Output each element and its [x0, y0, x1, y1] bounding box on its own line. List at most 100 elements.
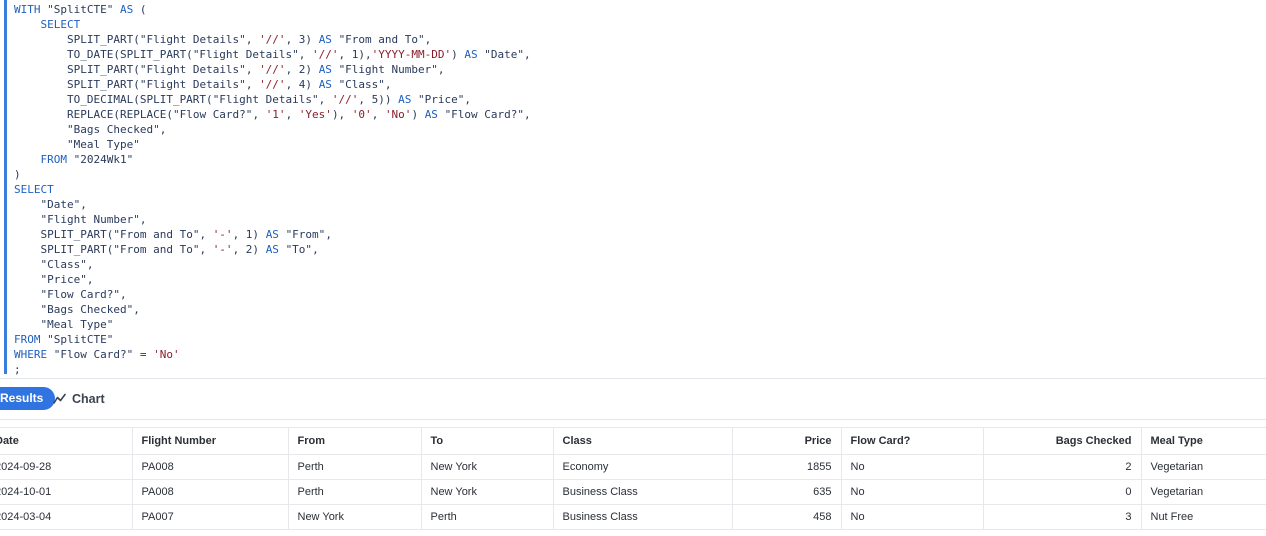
cell-flow: No: [841, 479, 984, 505]
sql-identifier: "Bags Checked": [66, 123, 160, 136]
sql-text: ,: [80, 198, 87, 211]
tab-chart-label: Chart: [72, 391, 105, 406]
column-header-bags[interactable]: Bags Checked: [983, 427, 1142, 455]
column-header-flight[interactable]: Flight Number: [132, 427, 289, 455]
sql-text: ,: [464, 93, 472, 106]
result-tabs-bar: Results Chart: [0, 378, 1266, 420]
column-header-to[interactable]: To: [421, 427, 554, 455]
cell-from: New York: [288, 504, 422, 530]
code-line: TO_DECIMAL(SPLIT_PART("Flight Details" , …: [14, 92, 531, 107]
sql-keyword: SELECT: [14, 183, 54, 196]
column-header-meal[interactable]: Meal Type: [1141, 427, 1266, 455]
cell-flight: PA008: [132, 479, 289, 505]
sql-text: , 1): [232, 228, 266, 241]
sql-text: SPLIT_PART(: [14, 78, 140, 91]
sql-text: , 3): [285, 33, 319, 46]
code-line: ): [14, 167, 531, 182]
sql-identifier: "From and To": [338, 33, 425, 46]
sql-keyword: AS: [398, 93, 412, 106]
sql-text: =: [133, 348, 154, 361]
code-line: "Date",: [14, 197, 531, 212]
sql-keyword: FROM: [40, 153, 68, 166]
sql-identifier: "Meal Type": [40, 318, 114, 331]
sql-keyword: AS: [119, 3, 134, 16]
sql-keyword: AS: [424, 108, 438, 121]
table-header-row: DateFlight NumberFromToClassPriceFlow Ca…: [0, 427, 1266, 455]
sql-identifier: "To": [285, 243, 313, 256]
sql-text: , 4): [285, 78, 319, 91]
sql-keyword: AS: [318, 33, 332, 46]
sql-identifier: "SplitCTE": [47, 3, 114, 16]
sql-text: ,: [312, 243, 319, 256]
cell-price: 635: [732, 479, 842, 505]
sql-text: ): [411, 108, 425, 121]
sql-text: ,: [524, 48, 531, 61]
sql-identifier: "Flight Details": [212, 93, 319, 106]
table-row[interactable]: 2024-09-28 PA008 Perth New York Economy 1855 N…: [0, 454, 1266, 480]
sql-text: ,: [252, 108, 266, 121]
sql-identifier: "Flight Details": [139, 63, 246, 76]
code-line: WITH "SplitCTE" AS (: [14, 2, 531, 17]
column-header-date[interactable]: Date: [0, 427, 133, 455]
cell-flow: No: [841, 504, 984, 530]
cell-to: Perth: [421, 504, 554, 530]
cell-bags: 3: [983, 504, 1142, 530]
code-line: REPLACE(REPLACE("Flow Card?", '1', 'Yes'…: [14, 107, 531, 122]
code-line: "Meal Type": [14, 317, 531, 332]
sql-text: , 2): [285, 63, 319, 76]
sql-editor[interactable]: WITH "SplitCTE" AS ( SELECT SPLIT_PART("…: [0, 0, 1266, 378]
table-row[interactable]: 2024-10-01 PA008 Perth New York Business Cla…: [0, 479, 1266, 505]
sql-identifier: "2024Wk1": [73, 153, 134, 166]
code-line: FROM "SplitCTE": [14, 332, 531, 347]
sql-identifier: "SplitCTE": [47, 333, 114, 346]
table-row[interactable]: 2024-03-04 PA007 New York Perth Business Cla…: [0, 504, 1266, 530]
column-header-class[interactable]: Class: [553, 427, 733, 455]
tab-chart[interactable]: Chart: [53, 387, 105, 410]
cell-meal: Vegetarian: [1141, 479, 1266, 505]
sql-keyword: FROM: [14, 333, 41, 346]
sql-keyword: WHERE: [14, 348, 48, 361]
column-header-from[interactable]: From: [288, 427, 422, 455]
sql-identifier: "Date": [484, 48, 525, 61]
code-line: "Bags Checked",: [14, 122, 531, 137]
sql-keyword: WITH: [14, 3, 41, 16]
sql-keyword: AS: [265, 228, 279, 241]
code-line: SPLIT_PART("Flight Details", '//', 4) AS…: [14, 77, 531, 92]
column-header-flow[interactable]: Flow Card?: [841, 427, 984, 455]
sql-identifier: "From": [285, 228, 326, 241]
sql-string: '//': [259, 78, 286, 91]
cell-bags: 0: [983, 479, 1142, 505]
sql-text: , 5)): [358, 93, 399, 106]
cell-flight: PA007: [132, 504, 289, 530]
sql-identifier: "Meal Type": [66, 138, 140, 151]
column-header-price[interactable]: Price: [732, 427, 842, 455]
sql-string: '1': [265, 108, 286, 121]
cell-price: 1855: [732, 454, 842, 480]
code-line: "Bags Checked",: [14, 302, 531, 317]
sql-code[interactable]: WITH "SplitCTE" AS ( SELECT SPLIT_PART("…: [14, 2, 531, 377]
cell-to: New York: [421, 479, 554, 505]
sql-identifier: "Flow Card?": [40, 288, 120, 301]
sql-text: SPLIT_PART(: [14, 63, 140, 76]
sql-text: ;: [14, 363, 21, 376]
sql-text: ,: [371, 108, 385, 121]
sql-identifier: "Flow Card?": [172, 108, 253, 121]
tab-results[interactable]: Results: [0, 387, 56, 410]
code-line: "Flow Card?",: [14, 287, 531, 302]
sql-worksheet: WITH "SplitCTE" AS ( SELECT SPLIT_PART("…: [0, 0, 1266, 536]
sql-identifier: "Flight Details": [139, 33, 246, 46]
code-line: ;: [14, 362, 531, 377]
sql-text: TO_DECIMAL(SPLIT_PART(: [14, 93, 213, 106]
sql-string: 'YYYY-MM-DD': [371, 48, 452, 61]
